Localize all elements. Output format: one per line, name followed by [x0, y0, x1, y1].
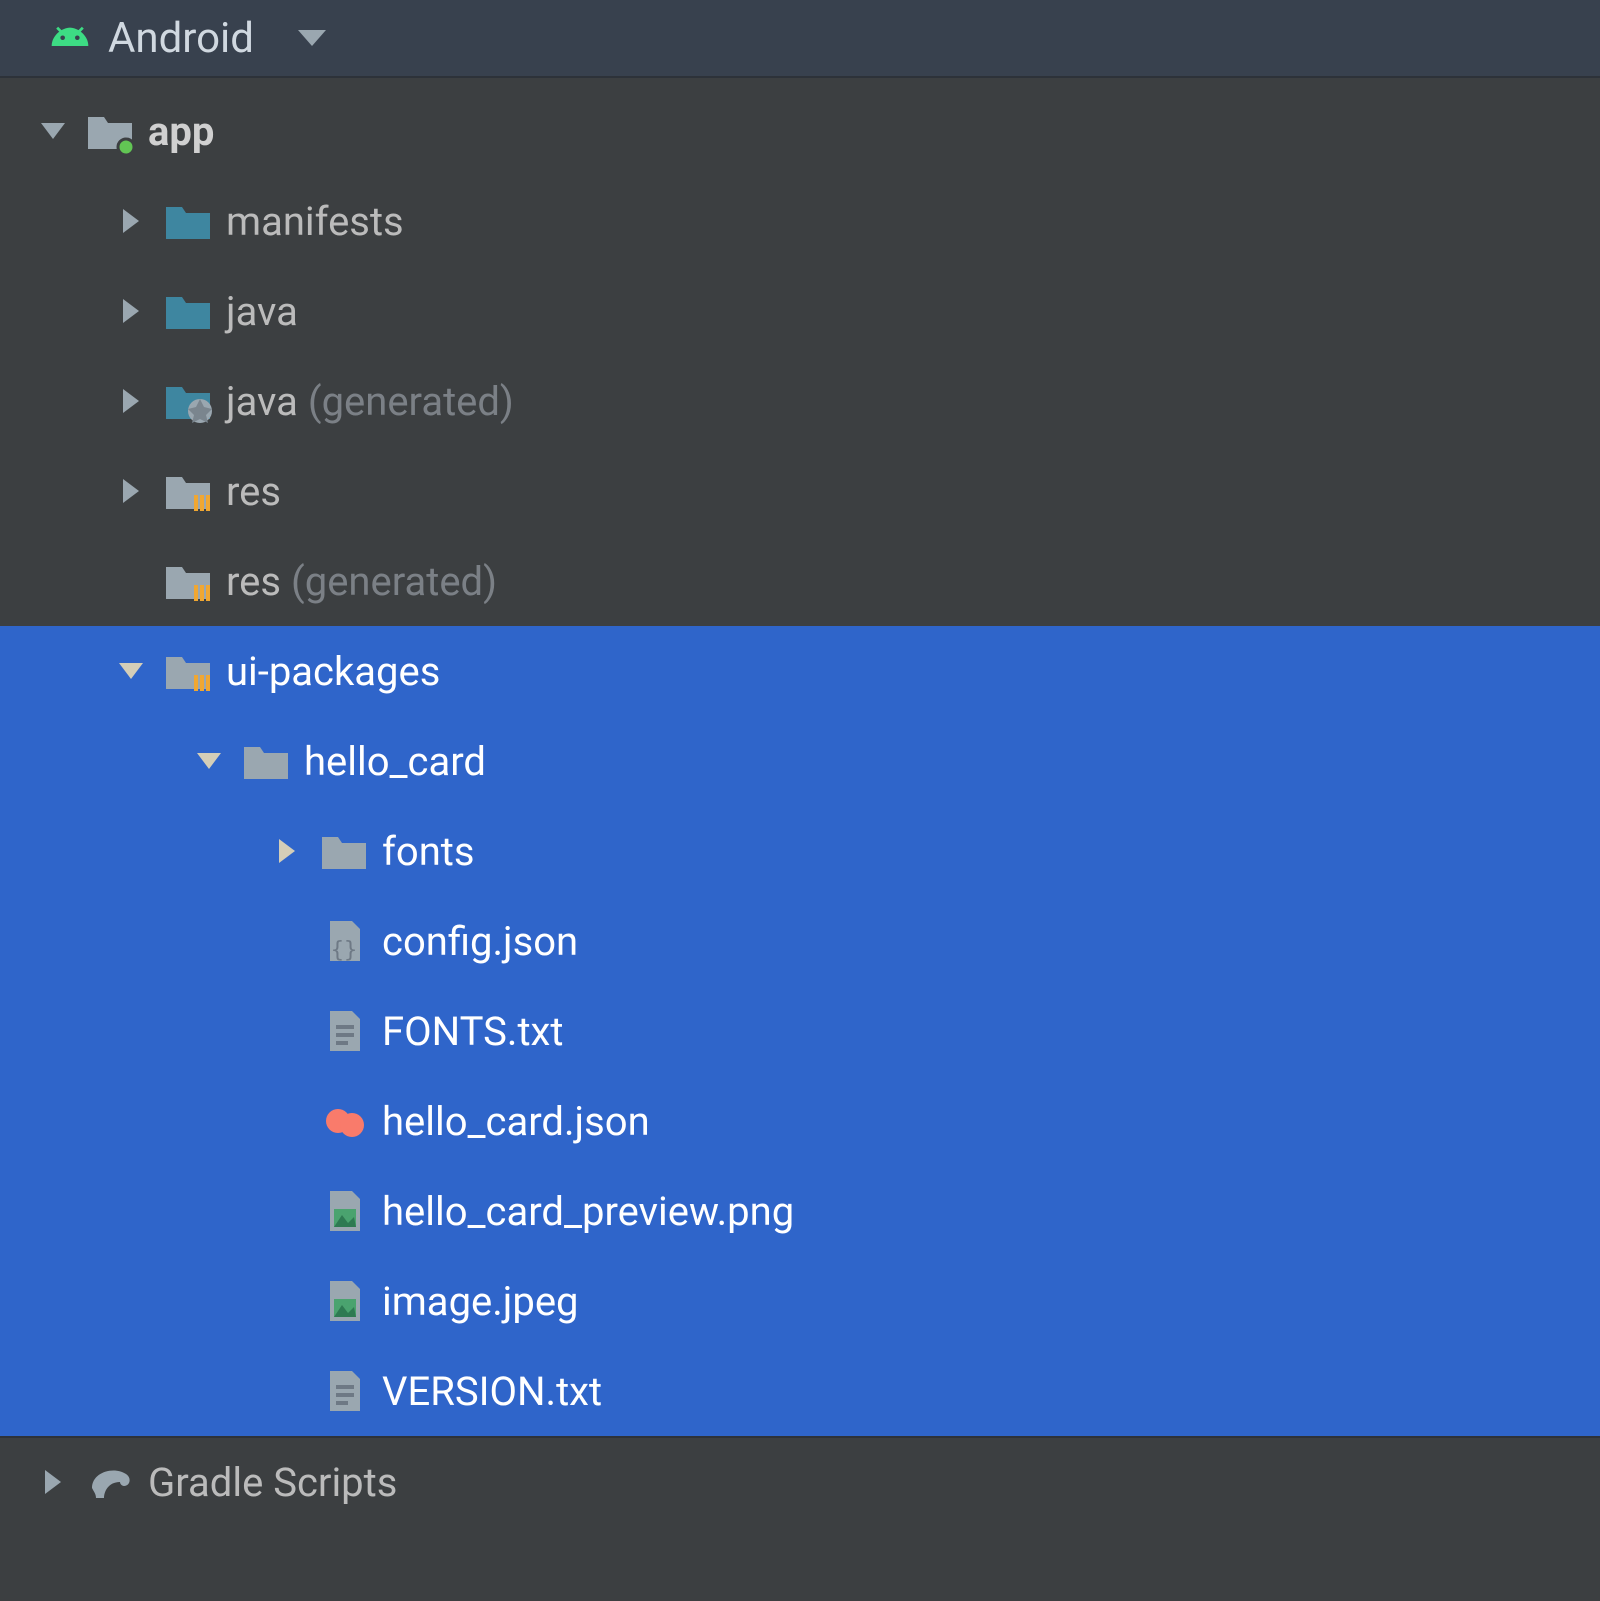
tree-label: manifests [226, 198, 404, 245]
tree-node-fonts[interactable]: fonts [0, 806, 1600, 896]
tree-node-config-json[interactable]: config.json [0, 896, 1600, 986]
text-file-icon [320, 1007, 368, 1055]
module-folder-icon [86, 107, 134, 155]
tree-label: fonts [382, 828, 475, 875]
tree-node-gradle-scripts[interactable]: Gradle Scripts [0, 1436, 1600, 1526]
tree-node-ui-packages[interactable]: ui-packages [0, 626, 1600, 716]
chevron-down-icon [298, 30, 326, 46]
tree-node-preview-png[interactable]: hello_card_preview.png [0, 1166, 1600, 1256]
tree-node-java-generated[interactable]: java (generated) [0, 356, 1600, 446]
tree-label: hello_card.json [382, 1098, 650, 1145]
chevron-right-icon [123, 299, 139, 323]
project-view-label: Android [108, 14, 254, 63]
json-file-icon [320, 917, 368, 965]
tree-node-res[interactable]: res [0, 446, 1600, 536]
tree-node-res-generated[interactable]: res (generated) [0, 536, 1600, 626]
tree-node-app[interactable]: app [0, 86, 1600, 176]
resource-folder-icon [164, 647, 212, 695]
tree-label: Gradle Scripts [148, 1459, 397, 1506]
tree-label: image.jpeg [382, 1278, 578, 1325]
project-tree: app manifests java java (generated) res … [0, 78, 1600, 1526]
tree-label: VERSION.txt [382, 1368, 602, 1415]
tree-label: java [226, 378, 298, 425]
chevron-right-icon [279, 839, 295, 863]
tree-node-hello-card-json[interactable]: hello_card.json [0, 1076, 1600, 1166]
text-file-icon [320, 1367, 368, 1415]
tree-label: config.json [382, 918, 578, 965]
android-icon [48, 24, 92, 52]
resource-folder-icon [164, 557, 212, 605]
chevron-right-icon [45, 1470, 61, 1494]
relay-file-icon [320, 1097, 368, 1145]
chevron-right-icon [123, 389, 139, 413]
tree-node-hello-card[interactable]: hello_card [0, 716, 1600, 806]
tree-node-version-txt[interactable]: VERSION.txt [0, 1346, 1600, 1436]
tree-label: hello_card_preview.png [382, 1188, 794, 1235]
tree-label: res [226, 468, 281, 515]
tree-label: FONTS.txt [382, 1008, 563, 1055]
chevron-down-icon [119, 663, 143, 679]
tree-label: hello_card [304, 738, 486, 785]
tree-label: java [226, 288, 298, 335]
resource-folder-icon [164, 467, 212, 515]
tree-node-fonts-txt[interactable]: FONTS.txt [0, 986, 1600, 1076]
chevron-down-icon [197, 753, 221, 769]
tree-label: app [148, 108, 214, 155]
folder-icon [242, 737, 290, 785]
tree-node-image-jpeg[interactable]: image.jpeg [0, 1256, 1600, 1346]
chevron-right-icon [123, 479, 139, 503]
folder-icon [164, 197, 212, 245]
gradle-icon [86, 1458, 134, 1506]
chevron-right-icon [123, 209, 139, 233]
image-file-icon [320, 1187, 368, 1235]
tree-label: ui-packages [226, 648, 440, 695]
folder-icon [320, 827, 368, 875]
chevron-down-icon [41, 123, 65, 139]
tree-node-java[interactable]: java [0, 266, 1600, 356]
folder-icon [164, 287, 212, 335]
generated-folder-icon [164, 377, 212, 425]
project-view-header[interactable]: Android [0, 0, 1600, 78]
tree-label: res [226, 558, 281, 605]
tree-label-suffix: (generated) [291, 558, 497, 605]
tree-node-manifests[interactable]: manifests [0, 176, 1600, 266]
image-file-icon [320, 1277, 368, 1325]
tree-label-suffix: (generated) [308, 378, 514, 425]
